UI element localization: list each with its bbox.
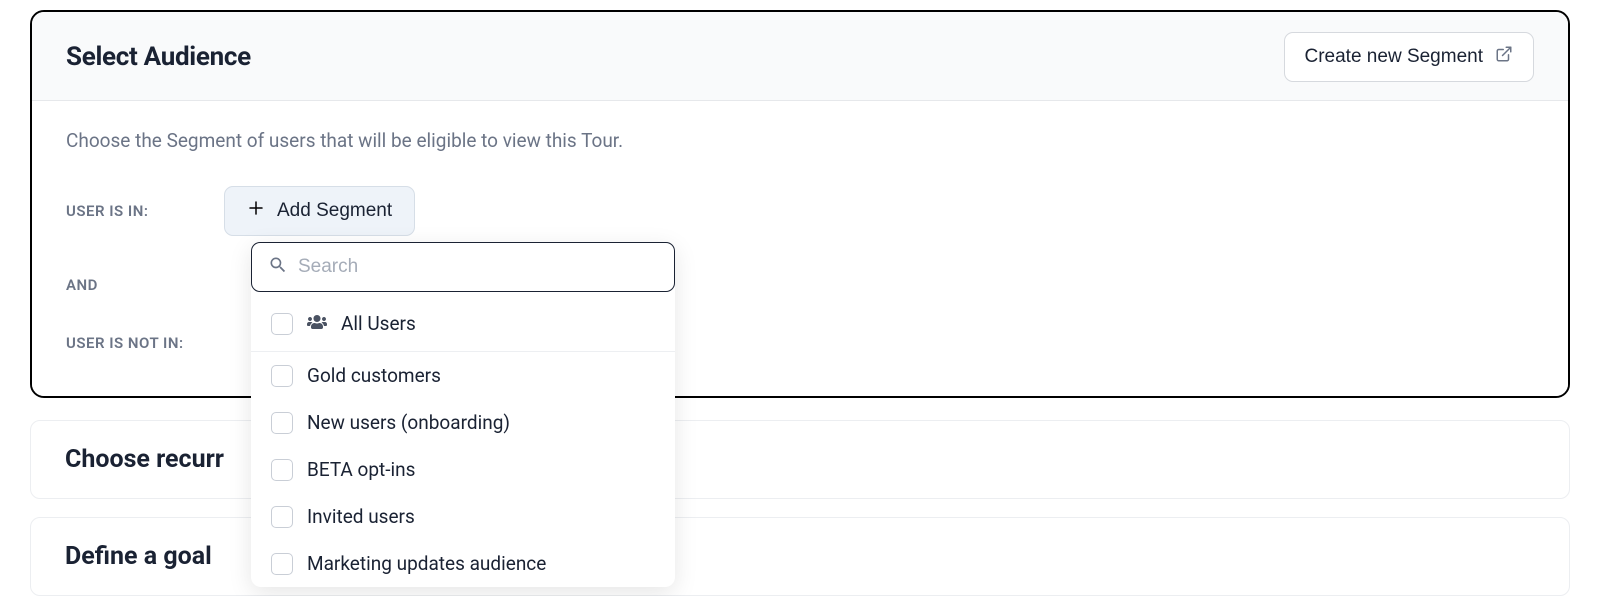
- checkbox[interactable]: [271, 313, 293, 335]
- card-title: Select Audience: [66, 42, 251, 72]
- checkbox[interactable]: [271, 553, 293, 575]
- checkbox[interactable]: [271, 459, 293, 481]
- option-label: Marketing updates audience: [307, 552, 546, 575]
- checkbox[interactable]: [271, 506, 293, 528]
- checkbox[interactable]: [271, 412, 293, 434]
- option-label: All Users: [341, 312, 416, 335]
- card-header: Select Audience Create new Segment: [32, 12, 1568, 101]
- option-label: BETA opt-ins: [307, 458, 415, 481]
- user-is-in-label: USER IS IN:: [66, 202, 224, 220]
- segment-option[interactable]: New users (onboarding): [251, 399, 675, 446]
- segment-options: All Users Gold customers New users (onbo…: [251, 292, 675, 587]
- external-link-icon: [1495, 45, 1513, 69]
- search-input[interactable]: [298, 256, 658, 278]
- user-is-in-row: USER IS IN: Add Segment: [66, 186, 1534, 236]
- users-icon: [307, 312, 327, 335]
- user-is-not-in-label: USER IS NOT IN:: [66, 334, 224, 352]
- create-segment-label: Create new Segment: [1305, 46, 1484, 68]
- segment-option[interactable]: BETA opt-ins: [251, 446, 675, 493]
- add-segment-label: Add Segment: [277, 200, 392, 222]
- segment-option[interactable]: Invited users: [251, 493, 675, 540]
- option-label: Gold customers: [307, 364, 441, 387]
- add-segment-button[interactable]: Add Segment: [224, 186, 415, 236]
- segment-option[interactable]: Gold customers: [251, 352, 675, 399]
- search-icon: [268, 255, 288, 279]
- segment-dropdown: All Users Gold customers New users (onbo…: [251, 242, 675, 587]
- and-label: AND: [66, 276, 224, 294]
- checkbox[interactable]: [271, 365, 293, 387]
- segment-option[interactable]: All Users: [251, 292, 675, 352]
- option-label: New users (onboarding): [307, 411, 510, 434]
- option-label: Invited users: [307, 505, 415, 528]
- helper-text: Choose the Segment of users that will be…: [66, 129, 1534, 152]
- segment-option[interactable]: Marketing updates audience: [251, 540, 675, 587]
- plus-icon: [247, 199, 265, 223]
- search-box[interactable]: [251, 242, 675, 292]
- create-segment-button[interactable]: Create new Segment: [1284, 32, 1535, 82]
